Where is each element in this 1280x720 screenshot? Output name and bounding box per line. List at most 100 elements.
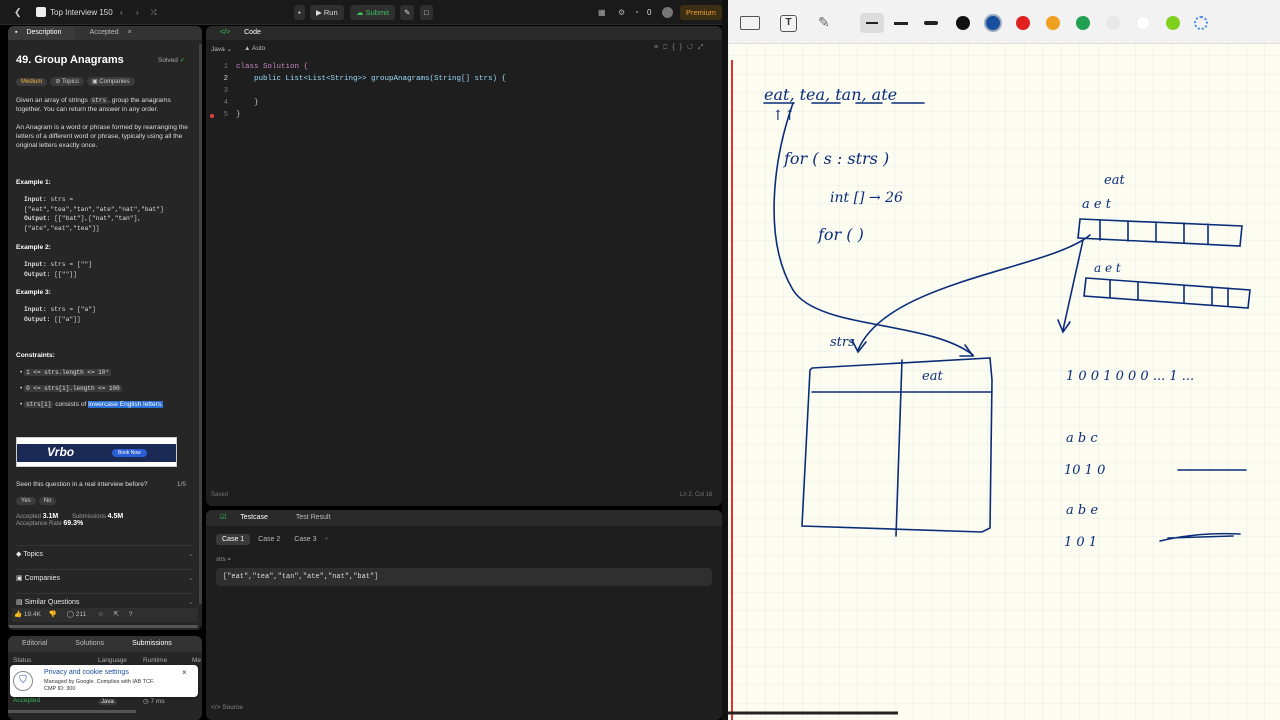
ad-cta-button[interactable]: Book Now (112, 449, 147, 457)
vertical-scrollbar[interactable] (199, 44, 202, 604)
bookmark-icon[interactable]: ⎕ (663, 44, 672, 51)
star-icon[interactable]: ☆ (98, 611, 104, 618)
braces-icon[interactable]: {} (672, 44, 687, 51)
text-tool-icon[interactable]: T (780, 15, 797, 32)
horizontal-scrollbar[interactable] (8, 625, 198, 628)
whiteboard-icon[interactable]: □ (420, 5, 433, 20)
checkbox-icon: ☑ (220, 514, 227, 521)
companies-tag[interactable]: ▣ Companies (86, 77, 135, 86)
close-icon[interactable]: × (182, 668, 187, 677)
code-line-1[interactable]: class Solution { (236, 63, 308, 71)
cookie-line1: Managed by Google. Complies with IAB TCF… (44, 679, 155, 685)
output-label: Output: (24, 215, 51, 222)
note-icon[interactable]: ✎ (400, 5, 415, 20)
comment-icon[interactable]: ◯ (67, 611, 74, 618)
premium-button[interactable]: Premium (680, 5, 723, 20)
highlighter-icon[interactable]: ✎ (818, 14, 830, 31)
tab-test-result[interactable]: Test Result (282, 510, 345, 526)
reset-icon[interactable]: ↺ (687, 44, 698, 51)
topics-tag[interactable]: ⊘ Topics (50, 77, 84, 86)
color-red[interactable] (1016, 16, 1030, 30)
thick-pen-tool[interactable] (924, 21, 938, 25)
thin-pen-tool[interactable] (860, 13, 884, 33)
example-input: strs = ["a"] (50, 306, 96, 313)
shuffle-icon[interactable]: ⤨ (150, 8, 156, 18)
tab-description[interactable]: ▪ Description (8, 26, 76, 40)
saved-status: Saved (211, 492, 229, 498)
add-color-icon[interactable] (1194, 16, 1208, 30)
no-button[interactable]: No (38, 497, 57, 505)
problem-list-title[interactable]: Top Interview 150 (50, 8, 113, 17)
section-topics[interactable]: ◆ Topics ⌄ (16, 545, 194, 558)
submit-button[interactable]: ☁ Submit (350, 5, 395, 20)
case-3-tab[interactable]: Case 3 (288, 534, 322, 545)
help-icon[interactable]: ? (129, 611, 133, 618)
tab-testcase[interactable]: ☑ Testcase (206, 510, 282, 526)
encoding-text: 1 0 0 1 0 0 0 ... 1 ... (1066, 369, 1194, 384)
code-line-2[interactable]: public List<List<String>> groupAnagrams(… (236, 75, 506, 83)
section-companies[interactable]: ▣ Companies ⌄ (16, 569, 194, 582)
keyboard-icon[interactable] (740, 16, 760, 30)
tab-code[interactable]: </> Code (206, 26, 275, 40)
shield-icon[interactable]: ⛉ (13, 671, 33, 691)
source-link[interactable]: </> Source (211, 704, 243, 711)
whiteboard[interactable]: eat, tea, tan, ate ↑↑ for ( s : strs ) i… (728, 0, 1280, 720)
color-white[interactable] (1136, 16, 1150, 30)
tab-editorial[interactable]: Editorial (8, 636, 61, 652)
testcase-input[interactable]: ["eat","tea","tan","ate","nat","bat"] (216, 568, 712, 586)
tab-submissions[interactable]: Submissions (118, 636, 186, 652)
color-lime[interactable] (1166, 16, 1180, 30)
ad-brand: Vrbo (47, 445, 75, 459)
tab-accepted[interactable]: Accepted × (75, 26, 138, 40)
dislike-icon[interactable]: 👎 (49, 611, 57, 618)
row-status[interactable]: Accepted (13, 697, 40, 704)
yes-button[interactable]: Yes (16, 497, 36, 505)
autosave-toggle[interactable]: ▲ Auto (244, 45, 265, 52)
logo-icon[interactable]: ❮ (14, 7, 22, 18)
share-icon[interactable]: ⇱ (114, 611, 119, 618)
debug-icon[interactable]: ▪ (294, 5, 305, 20)
color-black[interactable] (956, 16, 970, 30)
breakpoint-dot[interactable] (210, 114, 214, 118)
tag-icon: ⊘ (55, 79, 62, 85)
cookie-title[interactable]: Privacy and cookie settings (44, 669, 129, 676)
loop1-text: for ( s : strs ) (783, 149, 889, 168)
input-label: Input: (24, 196, 47, 203)
language-value: Java (211, 46, 225, 53)
code-line-5[interactable]: } (236, 111, 241, 119)
expand-icon[interactable]: ⤢ (698, 44, 709, 51)
medium-pen-tool[interactable] (894, 22, 908, 25)
submissions-scrollbar[interactable] (8, 710, 136, 713)
run-button[interactable]: ▶ Run (310, 5, 344, 20)
section-similar[interactable]: ▤ Similar Questions ⌄ (16, 593, 194, 606)
output-label: Output: (24, 315, 51, 323)
ad-banner[interactable]: Vrbo Book Now (16, 437, 177, 467)
cookie-dialog[interactable]: ⛉ Privacy and cookie settings Managed by… (10, 665, 198, 697)
fire-icon[interactable]: ◔ (634, 8, 639, 17)
list-icon[interactable] (36, 7, 46, 17)
layout-icon[interactable]: ▦ (598, 8, 606, 17)
tab-solutions[interactable]: Solutions (61, 636, 118, 652)
abc2-text: a b e (1066, 503, 1098, 518)
color-orange[interactable] (1046, 16, 1060, 30)
language-select[interactable]: Java ⌄ (211, 45, 232, 53)
avatar[interactable] (662, 7, 673, 18)
prev-icon[interactable]: ‹ (120, 8, 123, 17)
color-blue[interactable] (986, 16, 1000, 30)
difficulty-badge: Medium (16, 78, 48, 86)
input-label: Input: (24, 306, 47, 313)
tab-code-label: Code (244, 29, 261, 36)
code-line-4[interactable]: } (236, 99, 259, 107)
whiteboard-canvas[interactable]: eat, tea, tan, ate ↑↑ for ( s : strs ) i… (728, 0, 1280, 720)
problem-title: 49. Group Anagrams (16, 54, 124, 66)
add-case-icon[interactable]: + (324, 536, 328, 543)
case-2-tab[interactable]: Case 2 (252, 534, 286, 545)
rate-label: Acceptance Rate (16, 521, 62, 527)
color-light-gray[interactable] (1106, 16, 1120, 30)
like-icon[interactable]: 👍 (14, 611, 22, 618)
case-1-tab[interactable]: Case 1 (216, 534, 251, 545)
color-green[interactable] (1076, 16, 1090, 30)
next-icon[interactable]: › (136, 8, 139, 17)
settings-icon[interactable]: ⚙ (618, 8, 625, 17)
format-icon[interactable]: ≡ (654, 44, 663, 51)
